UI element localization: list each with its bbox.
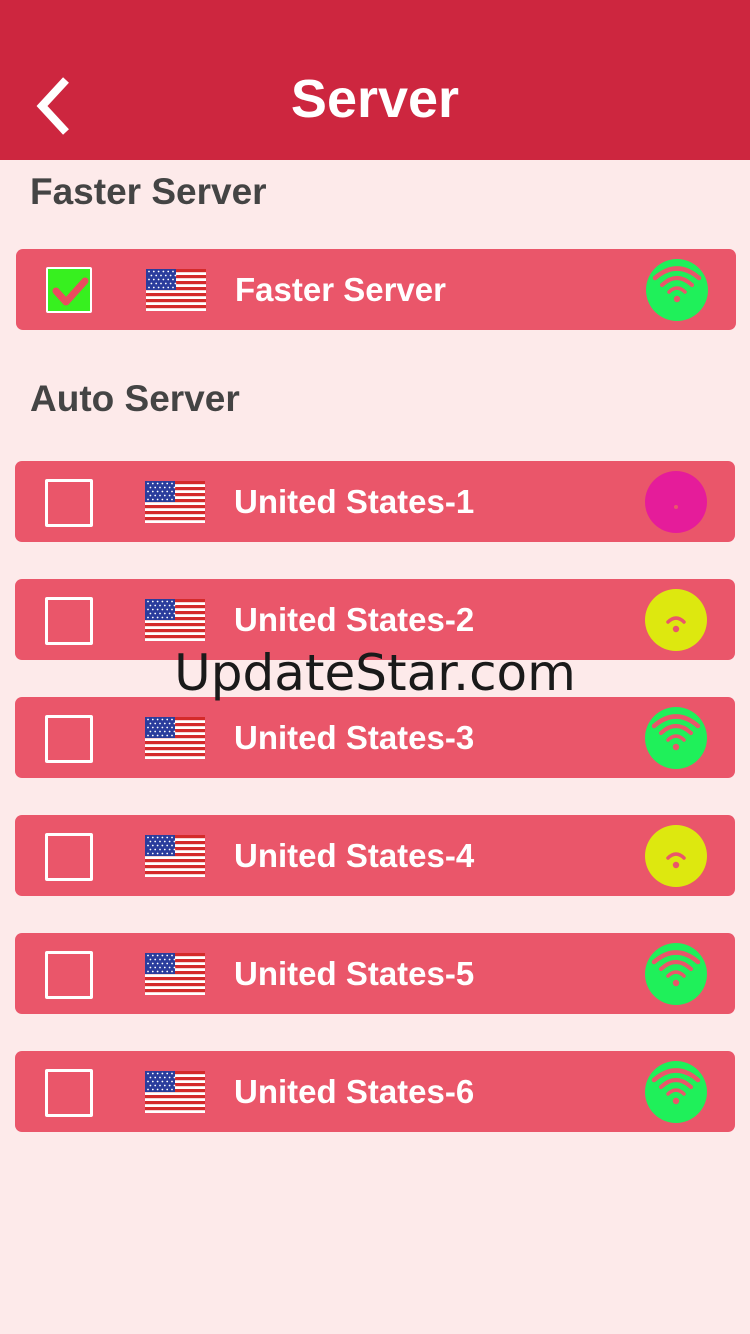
server-checkbox[interactable]	[45, 951, 93, 999]
us-flag-icon	[145, 481, 205, 528]
wifi-signal-icon	[645, 943, 707, 1005]
server-label: United States-6	[234, 1073, 475, 1110]
back-button[interactable]	[24, 66, 84, 146]
server-checkbox[interactable]	[45, 597, 93, 645]
auto-server-heading: Auto Server	[30, 378, 240, 419]
server-label: Faster Server	[235, 271, 446, 308]
server-checkbox[interactable]	[45, 1069, 93, 1117]
server-label: United States-1	[234, 483, 475, 520]
us-flag-icon	[145, 953, 205, 1000]
wifi-signal-icon	[645, 825, 707, 887]
wifi-signal-icon	[645, 589, 707, 651]
server-row[interactable]: United States-1	[15, 461, 735, 542]
app-header: Server	[0, 0, 750, 160]
page-title: Server	[290, 69, 460, 129]
wifi-signal-icon	[645, 471, 707, 533]
server-label: United States-5	[234, 955, 475, 992]
chevron-left-icon	[36, 77, 69, 135]
faster-server-checkbox[interactable]	[46, 267, 92, 313]
us-flag-icon	[145, 835, 205, 882]
server-row-faster[interactable]: Faster Server	[16, 249, 736, 330]
server-checkbox[interactable]	[45, 715, 93, 763]
wifi-signal-icon	[645, 707, 707, 769]
us-flag-icon	[145, 599, 205, 646]
server-checkbox[interactable]	[45, 479, 93, 527]
server-row[interactable]: United States-6	[15, 1051, 735, 1132]
checkmark-icon	[52, 277, 89, 306]
server-label: United States-2	[234, 601, 475, 638]
wifi-signal-icon	[645, 1061, 707, 1123]
us-flag-icon	[146, 269, 206, 316]
us-flag-icon	[145, 1071, 205, 1118]
faster-server-heading: Faster Server	[30, 171, 267, 212]
server-row[interactable]: United States-5	[15, 933, 735, 1014]
server-label: United States-4	[234, 837, 475, 874]
server-checkbox[interactable]	[45, 833, 93, 881]
server-row[interactable]: United States-4	[15, 815, 735, 896]
us-flag-icon	[145, 717, 205, 764]
server-label: United States-3	[234, 719, 475, 756]
server-row[interactable]: United States-3	[15, 697, 735, 778]
server-row[interactable]: United States-2	[15, 579, 735, 660]
wifi-signal-icon	[646, 259, 708, 321]
